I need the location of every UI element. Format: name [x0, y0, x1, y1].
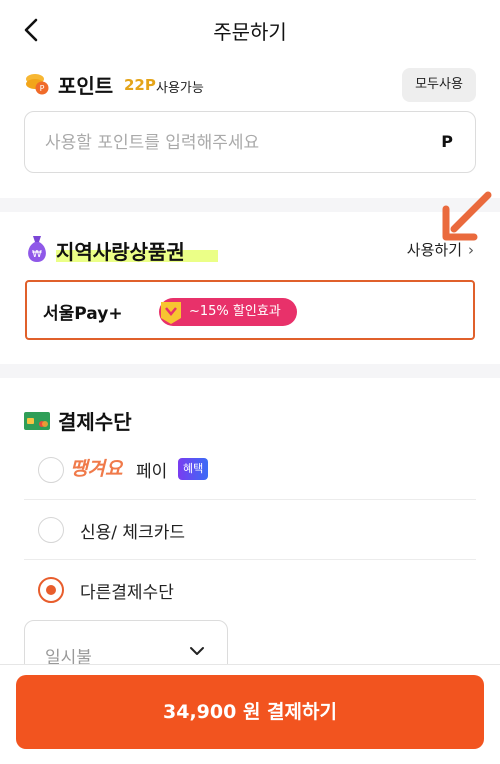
radio-button-selected[interactable]	[38, 577, 64, 603]
chevron-down-icon	[190, 647, 204, 655]
coupon-icon	[161, 302, 181, 324]
use-all-points-button[interactable]: 모두사용	[402, 68, 476, 102]
radio-button[interactable]	[38, 457, 64, 483]
card-icon	[24, 412, 50, 430]
coin-icon: P	[26, 74, 49, 95]
svg-text:P: P	[40, 84, 45, 93]
page-title: 주문하기	[213, 20, 287, 44]
discount-badge: ~15% 할인효과	[159, 298, 297, 326]
payment-section-header: 결제수단	[24, 406, 476, 436]
voucher-section-header: ₩ 지역사랑상품권 사용하기 ›	[24, 234, 476, 270]
points-section-header: P 포인트 22P 사용가능 모두사용	[24, 68, 476, 104]
points-available-label: 사용가능	[156, 81, 204, 96]
points-title: 포인트	[58, 74, 114, 98]
points-unit: P	[441, 132, 453, 151]
section-divider	[0, 198, 500, 212]
payment-option-label: 페이	[136, 462, 168, 482]
voucher-title: 지역사랑상품권	[56, 240, 185, 264]
points-input-field[interactable]: P	[24, 111, 476, 173]
payment-option-ttaengyo[interactable]: 땡겨요 페이 혜택	[24, 440, 476, 500]
checkout-bar: 34,900 원 결제하기	[0, 664, 500, 764]
points-input[interactable]	[45, 130, 405, 156]
payment-option-other[interactable]: 다른결제수단	[24, 560, 476, 620]
payment-option-label: 신용/ 체크카드	[80, 523, 185, 543]
voucher-card[interactable]: 서울Pay+ ~15% 할인효과	[25, 280, 475, 340]
radio-button[interactable]	[38, 517, 64, 543]
voucher-name: 서울Pay+	[43, 304, 123, 324]
payment-option-label: 다른결제수단	[80, 583, 174, 603]
checkout-button[interactable]: 34,900 원 결제하기	[16, 675, 484, 749]
payment-option-card[interactable]: 신용/ 체크카드	[24, 500, 476, 560]
payment-title: 결제수단	[58, 410, 132, 434]
discount-text: ~15% 할인효과	[189, 304, 281, 319]
header: 주문하기	[0, 0, 500, 62]
annotation-arrow-icon	[442, 191, 492, 241]
money-bag-icon: ₩	[28, 236, 46, 262]
section-divider	[0, 364, 500, 378]
points-amount: 22P	[124, 76, 156, 94]
benefit-badge: 혜택	[178, 458, 209, 480]
svg-text:₩: ₩	[32, 249, 42, 260]
ttaengyo-logo-text: 땡겨요	[70, 458, 124, 480]
